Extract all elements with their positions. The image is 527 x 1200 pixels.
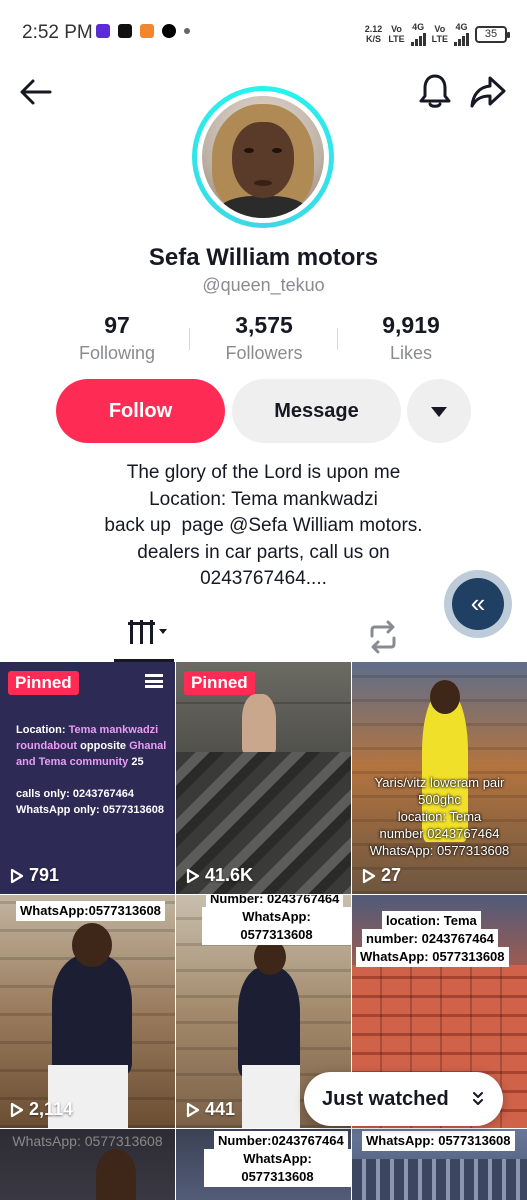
double-chevron-down-icon	[473, 1092, 483, 1105]
following-count: 97	[104, 312, 130, 338]
app-store-icon	[140, 24, 154, 38]
status-time: 2:52 PM	[22, 22, 93, 43]
video-thumbnail-text: Location: Tema mankwadzi roundabout oppo…	[16, 724, 167, 816]
message-button[interactable]: Message	[232, 379, 401, 443]
video-tile[interactable]: WhatsApp: 0577313608	[352, 1129, 527, 1200]
video-caption: Yaris/vitz loweram pair 500ghc location:…	[369, 775, 510, 858]
video-caption: WhatsApp:0577313608	[16, 901, 165, 921]
battery-icon: 35	[475, 25, 510, 43]
view-count: 41.6K	[186, 865, 253, 886]
avatar-photo	[202, 96, 324, 218]
repost-icon[interactable]	[364, 618, 402, 656]
play-icon	[362, 868, 376, 883]
volte-1: Vo LTE	[388, 24, 405, 44]
network-speed: 2.12 K/S	[364, 24, 383, 44]
pinned-badge: Pinned	[184, 671, 255, 695]
signal-1-icon: 4G	[410, 22, 426, 46]
video-tile[interactable]: Number:0243767464 WhatsApp: 0577313608	[176, 1129, 351, 1200]
video-tile[interactable]: WhatsApp:0577313608 2,114	[0, 895, 175, 1128]
back-arrow-icon[interactable]	[18, 74, 54, 110]
more-notifications-icon	[184, 28, 190, 34]
signal-2-icon: 4G	[454, 22, 469, 46]
notification-icons	[96, 24, 190, 38]
video-tile[interactable]: Pinned 41.6K	[176, 662, 351, 894]
tiktok-icon	[162, 24, 176, 38]
just-watched-label: Just watched	[322, 1088, 449, 1110]
view-count: 441	[186, 1099, 235, 1120]
bio-line: The glory of the Lord is upon me	[126, 462, 401, 483]
share-icon[interactable]	[468, 72, 508, 112]
volte-2: Vo LTE	[431, 24, 448, 44]
following-label: Following	[78, 343, 156, 363]
suggested-accounts-button[interactable]	[407, 379, 471, 443]
view-count: 2,114	[10, 1099, 73, 1120]
video-caption: Number:0243767464	[214, 1131, 348, 1151]
stat-likes[interactable]: 9,919 Likes	[336, 312, 486, 364]
stat-followers[interactable]: 3,575 Followers	[189, 312, 339, 364]
followers-count: 3,575	[235, 312, 293, 338]
video-tile[interactable]: Pinned Location: Tema mankwadzi roundabo…	[0, 662, 175, 894]
content-tabs	[0, 608, 527, 662]
app-p-icon	[96, 24, 110, 38]
bio-line: 0243767464....	[200, 568, 327, 589]
follow-button[interactable]: Follow	[56, 379, 225, 443]
profile-stats: 97 Following 3,575 Followers 9,919 Likes	[0, 312, 527, 366]
view-count: 791	[10, 865, 59, 886]
bio-line: dealers in car parts, call us on	[137, 541, 390, 563]
likes-count: 9,919	[382, 312, 440, 338]
play-icon	[186, 868, 200, 883]
stat-following[interactable]: 97 Following	[42, 312, 192, 364]
bio-line: back up page @Sefa William motors.	[104, 515, 423, 536]
bio-line: Location: Tema mankwadzi	[149, 488, 378, 510]
pinned-badge: Pinned	[8, 671, 79, 695]
profile-bio: The glory of the Lord is upon me Locatio…	[20, 460, 507, 593]
tab-videos[interactable]	[114, 608, 174, 662]
likes-label: Likes	[389, 343, 433, 363]
play-icon	[10, 868, 24, 883]
status-bar: 2:52 PM 2.12 K/S Vo LTE 4G Vo LTE 4G 35	[0, 0, 527, 64]
just-watched-button[interactable]: Just watched	[304, 1072, 503, 1126]
video-tile[interactable]: Yaris/vitz loweram pair 500ghc location:…	[352, 662, 527, 894]
profile-name: Sefa William motors	[148, 244, 379, 271]
video-caption: number: 0243767464	[362, 929, 498, 949]
video-caption: WhatsApp: 0577313608	[202, 907, 351, 945]
video-caption: WhatsApp: 0577313608	[12, 1133, 163, 1149]
video-caption: location: Tema	[382, 911, 481, 931]
followers-label: Followers	[225, 343, 303, 363]
status-indicators: 2.12 K/S Vo LTE 4G Vo LTE 4G 35	[364, 22, 510, 46]
video-caption: WhatsApp: 0577313608	[356, 947, 509, 967]
video-caption: WhatsApp: 0577313608	[204, 1149, 351, 1187]
video-caption: WhatsApp: 0577313608	[362, 1131, 515, 1151]
bell-icon[interactable]	[416, 72, 454, 110]
avatar[interactable]	[192, 86, 334, 228]
video-tile[interactable]: WhatsApp: 0577313608	[0, 1129, 175, 1200]
profile-handle: @queen_tekuo	[202, 275, 325, 295]
view-count: 27	[362, 865, 401, 886]
menu-icon	[145, 674, 163, 688]
play-icon	[10, 1102, 24, 1117]
play-icon	[186, 1102, 200, 1117]
capcut-icon	[118, 24, 132, 38]
